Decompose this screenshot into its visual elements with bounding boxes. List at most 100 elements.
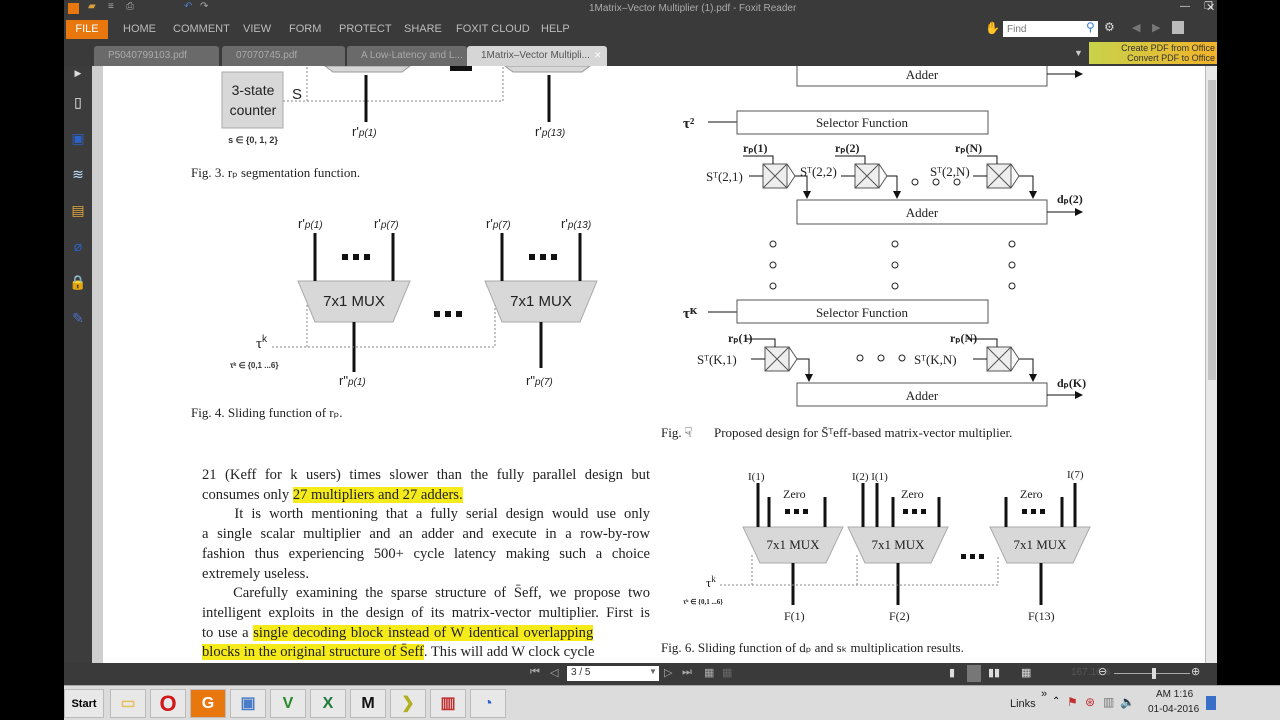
close-tab-icon[interactable]: ✕: [594, 50, 602, 61]
paint-app-icon[interactable]: ▣: [230, 689, 266, 718]
start-button[interactable]: Start: [64, 689, 104, 718]
arrow-app-icon[interactable]: ❯: [390, 689, 426, 718]
expand-panel-icon[interactable]: ▶: [68, 68, 88, 86]
figure-4: 7x1 MUX 7x1 MUX r'p(1) r'p(7) r'p(7) r'p…: [191, 216, 598, 420]
forward-icon[interactable]: ▶: [1152, 21, 1160, 34]
tab-view[interactable]: VIEW: [243, 23, 271, 35]
s-range: s ∈ {0, 1, 2}: [228, 135, 278, 145]
links-toolbar[interactable]: Links: [1010, 698, 1036, 710]
foxit-logo-icon: [68, 3, 79, 14]
input-label: I(1): [748, 471, 765, 483]
gear-icon[interactable]: ⚙: [1104, 20, 1115, 34]
vertical-scrollbar[interactable]: [1205, 66, 1217, 663]
counter-block: [221, 71, 284, 129]
zero-label: Zero: [1020, 487, 1043, 501]
tab-protect[interactable]: PROTECT: [339, 23, 392, 35]
next-view-icon[interactable]: ▦: [722, 666, 732, 679]
tab-foxit-cloud[interactable]: FOXIT CLOUD: [456, 23, 530, 35]
layers-icon[interactable]: ≋: [68, 166, 88, 184]
explorer-app-icon[interactable]: ▭: [110, 689, 146, 718]
ribbon: FILE HOME COMMENT VIEW FORM PROTECT SHAR…: [64, 18, 1217, 42]
tab-comment[interactable]: COMMENT: [173, 23, 230, 35]
back-icon[interactable]: ◀: [1132, 21, 1140, 34]
continuation-dot: [1008, 240, 1016, 248]
tray-icon[interactable]: ⚑: [1067, 695, 1078, 709]
tray-icon[interactable]: ⊛: [1085, 695, 1095, 709]
excel-app-icon[interactable]: X: [310, 689, 346, 718]
clock-time[interactable]: AM 1:16: [1156, 689, 1193, 700]
tray-expand-icon[interactable]: ⌃: [1052, 696, 1060, 707]
opera-app-icon[interactable]: O: [150, 689, 186, 718]
tray-icon[interactable]: ▥: [1103, 695, 1114, 709]
scrollbar-thumb[interactable]: [1208, 80, 1216, 380]
vim-app-icon[interactable]: V: [270, 689, 306, 718]
tab-help[interactable]: HELP: [541, 23, 570, 35]
page-dropdown-icon[interactable]: ▼: [649, 667, 657, 676]
output-label: r'p(13): [535, 124, 565, 139]
continuous-view-icon[interactable]: [967, 665, 981, 682]
single-page-view-icon[interactable]: ▮: [949, 666, 955, 679]
save-icon[interactable]: ≡: [108, 1, 114, 12]
multiplier-icon: [743, 155, 811, 199]
doc-tab[interactable]: A Low-Latency and L...: [347, 46, 467, 66]
lock-icon[interactable]: 🔒: [68, 274, 88, 292]
search-icon[interactable]: ⚲: [1086, 20, 1095, 34]
hand-tool-icon[interactable]: ✋: [985, 21, 1000, 35]
zoom-out-button[interactable]: ⊖: [1098, 665, 1107, 678]
clock-date[interactable]: 01-04-2016: [1148, 704, 1199, 715]
window-title: 1Matrix–Vector Multiplier (1).pdf - Foxi…: [589, 3, 797, 14]
hand-cursor-icon: ☟: [684, 426, 693, 441]
minimize-button[interactable]: —: [1180, 1, 1190, 12]
attachments-icon[interactable]: ⌀: [68, 238, 88, 256]
doc-tab[interactable]: P5040799103.pdf: [94, 46, 219, 66]
redo-icon[interactable]: ↷: [200, 1, 208, 12]
links-expand-icon[interactable]: »: [1041, 688, 1047, 700]
facing-view-icon[interactable]: ▮▮: [988, 666, 1000, 679]
page-number-input[interactable]: 3 / 5: [567, 666, 659, 681]
next-page-button[interactable]: ▷: [664, 666, 672, 679]
figure-caption: Proposed design for S̄ᵀeff-based matrix-…: [714, 425, 1012, 440]
continuation-dot: [891, 261, 899, 269]
continuous-facing-view-icon[interactable]: ▦: [1021, 666, 1031, 679]
page-thumbnails-icon[interactable]: ▯: [68, 94, 88, 112]
zoom-in-button[interactable]: ⊕: [1191, 665, 1200, 678]
volume-icon[interactable]: 🔈: [1120, 695, 1135, 709]
tab-home[interactable]: HOME: [123, 23, 156, 35]
signature-icon[interactable]: ✎: [68, 310, 88, 328]
doc-tab[interactable]: 07070745.pdf: [222, 46, 345, 66]
continuation-dot: [1008, 282, 1016, 290]
previous-view-icon[interactable]: ▦: [704, 666, 714, 679]
tau-label: τᴷ: [683, 306, 698, 322]
chart-app-icon[interactable]: ◔: [470, 689, 506, 718]
user-avatar-icon[interactable]: [1172, 21, 1184, 34]
file-tab[interactable]: FILE: [66, 20, 108, 39]
zoom-slider-thumb[interactable]: [1152, 668, 1156, 679]
close-button[interactable]: ✕: [1206, 1, 1215, 14]
continuation-dot: [932, 178, 940, 186]
selector-label: Selector Function: [816, 305, 909, 320]
ribbon-collapse-icon[interactable]: ▼: [1074, 48, 1083, 58]
comments-icon[interactable]: ▤: [68, 202, 88, 220]
find-input[interactable]: [1003, 21, 1098, 37]
undo-icon[interactable]: ↶: [184, 1, 192, 12]
s-label: Sᵀ(2,N): [930, 164, 970, 179]
pages-icon[interactable]: ▣: [68, 130, 88, 148]
input-label: r'p(13): [561, 216, 591, 231]
tau-label: τk: [706, 574, 716, 590]
matlab-app-icon[interactable]: M: [350, 689, 386, 718]
s-label: Sᵀ(K,1): [697, 352, 737, 367]
tool-app-icon[interactable]: ▥: [430, 689, 466, 718]
doc-tab-active[interactable]: 1Matrix–Vector Multipli...: [467, 46, 607, 66]
d-label: dₚ(2): [1057, 192, 1083, 206]
last-page-button[interactable]: ⏭: [682, 666, 692, 679]
tab-share[interactable]: SHARE: [404, 23, 442, 35]
previous-page-button[interactable]: ◁: [550, 666, 558, 679]
tab-form[interactable]: FORM: [289, 23, 321, 35]
open-icon[interactable]: ▰: [88, 1, 96, 12]
create-pdf-promo[interactable]: Create PDF from Office Convert PDF to Of…: [1089, 42, 1217, 64]
first-page-button[interactable]: ⏮: [530, 666, 540, 679]
print-icon[interactable]: ⎙: [126, 1, 134, 12]
output-label: r'p(1): [352, 124, 377, 139]
show-desktop-button[interactable]: [1206, 696, 1216, 710]
foxit-app-icon[interactable]: G: [190, 689, 226, 718]
